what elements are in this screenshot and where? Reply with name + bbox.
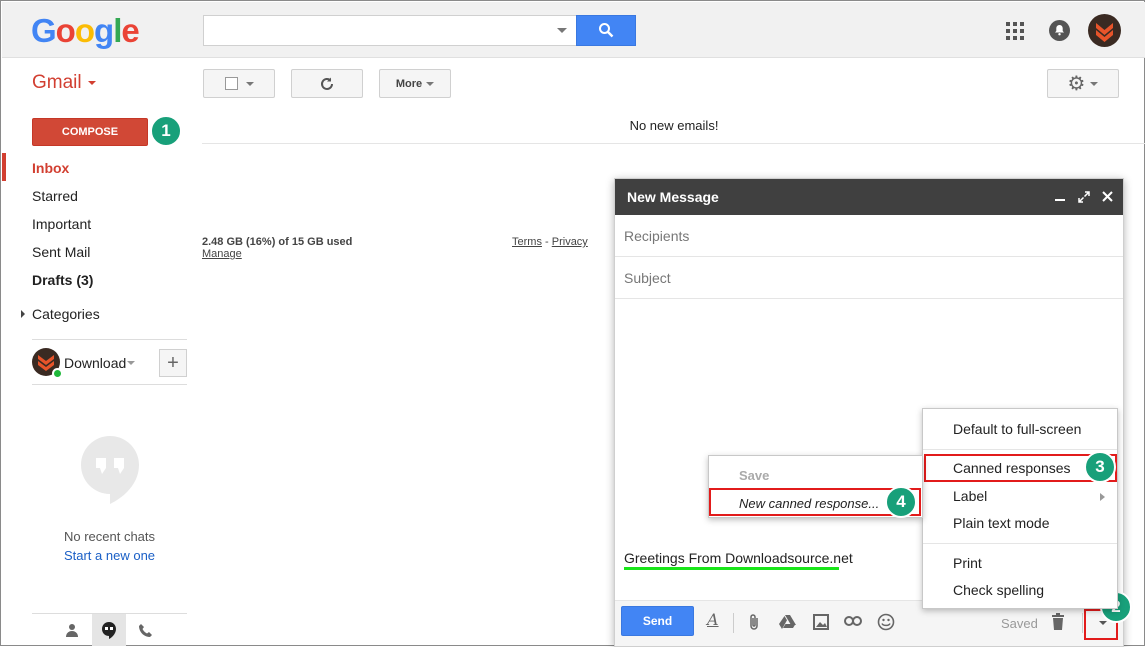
logo-letter: g bbox=[94, 12, 114, 49]
canned-save-item: Save bbox=[739, 468, 770, 483]
sidebar-item-drafts[interactable]: Drafts (3) bbox=[32, 272, 93, 288]
emoji-icon[interactable] bbox=[877, 613, 895, 631]
search-options-icon[interactable] bbox=[557, 28, 567, 33]
divider bbox=[32, 339, 187, 340]
chevron-down-icon bbox=[245, 81, 254, 86]
select-checkbox-button[interactable] bbox=[203, 69, 275, 98]
mail-toolbar: Gmail More ⚙ bbox=[2, 58, 1145, 108]
footer-links: Terms - Privacy bbox=[512, 236, 588, 248]
compose-button[interactable]: COMPOSE bbox=[32, 118, 148, 146]
search-icon bbox=[599, 23, 614, 38]
account-avatar[interactable] bbox=[1088, 14, 1121, 47]
menu-item-label[interactable]: Label bbox=[953, 488, 987, 504]
menu-item-plain-text-mode[interactable]: Plain text mode bbox=[953, 515, 1050, 531]
sidebar-item-starred[interactable]: Starred bbox=[32, 188, 78, 204]
phone-icon[interactable] bbox=[138, 623, 153, 638]
screenshot-frame: Google Gmail More ⚙ COMPOSE 1 Inbox Star… bbox=[0, 0, 1145, 647]
privacy-link[interactable]: Privacy bbox=[552, 236, 588, 248]
logo-letter: o bbox=[55, 12, 76, 49]
compose-title: New Message bbox=[627, 189, 719, 205]
close-icon[interactable] bbox=[1102, 191, 1113, 202]
hangouts-user-name[interactable]: Download bbox=[64, 355, 126, 371]
settings-button[interactable]: ⚙ bbox=[1047, 69, 1119, 98]
hangouts-tab[interactable] bbox=[92, 614, 126, 646]
app-name: Gmail bbox=[32, 72, 82, 93]
more-button[interactable]: More bbox=[379, 69, 451, 98]
recipients-field[interactable]: Recipients bbox=[615, 215, 1123, 257]
chevron-down-icon bbox=[87, 80, 96, 85]
status-message: No new emails! bbox=[629, 118, 719, 133]
logo-letter: o bbox=[74, 12, 95, 49]
insert-link-icon[interactable] bbox=[844, 616, 862, 626]
search-button[interactable] bbox=[576, 15, 636, 46]
toolbar-separator bbox=[733, 613, 734, 633]
minimize-icon[interactable] bbox=[1055, 199, 1065, 201]
chevron-down-icon bbox=[426, 81, 435, 86]
sidebar-item-important[interactable]: Important bbox=[32, 216, 91, 232]
step-badge-1: 1 bbox=[150, 115, 182, 147]
gmail-app-switcher[interactable]: Gmail bbox=[32, 72, 96, 94]
menu-divider bbox=[923, 449, 1117, 450]
chevron-down-icon[interactable] bbox=[127, 361, 135, 365]
refresh-icon bbox=[321, 77, 333, 90]
contacts-icon[interactable] bbox=[65, 623, 79, 637]
step-badge-3: 3 bbox=[1084, 451, 1116, 483]
top-header: Google bbox=[2, 2, 1145, 58]
manage-storage-link[interactable]: Manage bbox=[202, 248, 242, 260]
new-conversation-button[interactable]: + bbox=[159, 349, 187, 377]
menu-item-check-spelling[interactable]: Check spelling bbox=[953, 582, 1044, 598]
logo-letter: G bbox=[31, 12, 57, 49]
menu-item-default-full-screen[interactable]: Default to full-screen bbox=[953, 421, 1081, 437]
gear-icon: ⚙ bbox=[1067, 73, 1086, 95]
more-label: More bbox=[395, 77, 423, 90]
left-sidebar: COMPOSE 1 Inbox Starred Important Sent M… bbox=[2, 108, 202, 646]
menu-divider bbox=[923, 543, 1117, 544]
apps-grid-icon[interactable] bbox=[1006, 22, 1024, 40]
sidebar-item-sent-mail[interactable]: Sent Mail bbox=[32, 244, 90, 260]
no-recent-chats-text: No recent chats bbox=[63, 529, 156, 544]
checkbox-icon bbox=[224, 77, 238, 90]
attach-file-icon[interactable] bbox=[748, 613, 760, 631]
submenu-arrow-icon bbox=[1100, 493, 1105, 501]
formatting-options-icon[interactable]: A bbox=[707, 610, 719, 629]
terms-link[interactable]: Terms bbox=[512, 236, 542, 248]
menu-item-print[interactable]: Print bbox=[953, 555, 982, 571]
toolbar-separator bbox=[1082, 613, 1083, 633]
plus-icon: + bbox=[167, 351, 179, 374]
step-badge-4: 4 bbox=[885, 486, 917, 518]
inbox-active-indicator bbox=[2, 153, 6, 181]
discard-draft-icon[interactable] bbox=[1051, 613, 1065, 630]
quote-chat-icon bbox=[102, 622, 116, 639]
chevron-down-icon bbox=[1090, 81, 1099, 86]
sidebar-item-inbox[interactable]: Inbox bbox=[32, 160, 69, 176]
logo-letter: e bbox=[121, 12, 139, 49]
online-status-icon bbox=[52, 368, 63, 379]
start-new-chat-link[interactable]: Start a new one bbox=[32, 548, 187, 563]
search-input[interactable] bbox=[203, 15, 577, 46]
expand-arrow-icon[interactable] bbox=[21, 310, 25, 318]
send-button[interactable]: Send bbox=[621, 606, 694, 636]
refresh-button[interactable] bbox=[291, 69, 363, 98]
divider bbox=[202, 143, 1145, 144]
compose-title-bar[interactable]: New Message bbox=[615, 179, 1123, 215]
hangouts-empty-icon bbox=[81, 436, 139, 504]
google-logo[interactable]: Google bbox=[31, 12, 140, 50]
saved-status: Saved bbox=[1001, 616, 1038, 631]
insert-photo-icon[interactable] bbox=[813, 614, 829, 630]
sidebar-item-categories[interactable]: Categories bbox=[32, 306, 100, 322]
text-underline-highlight bbox=[624, 567, 839, 570]
divider bbox=[32, 384, 187, 385]
message-body-text[interactable]: Greetings From Downloadsource.net bbox=[624, 550, 853, 566]
notifications-bell-icon[interactable] bbox=[1049, 20, 1070, 41]
fullscreen-icon[interactable] bbox=[1078, 191, 1090, 203]
footer-separator: - bbox=[545, 236, 549, 248]
storage-usage: 2.48 GB (16%) of 15 GB used bbox=[202, 236, 353, 248]
main-area: No new emails! bbox=[202, 118, 1145, 133]
more-options-menu: Default to full-screen Canned responses … bbox=[922, 408, 1118, 609]
google-drive-icon[interactable] bbox=[779, 614, 796, 629]
subject-field[interactable]: Subject bbox=[615, 257, 1123, 299]
